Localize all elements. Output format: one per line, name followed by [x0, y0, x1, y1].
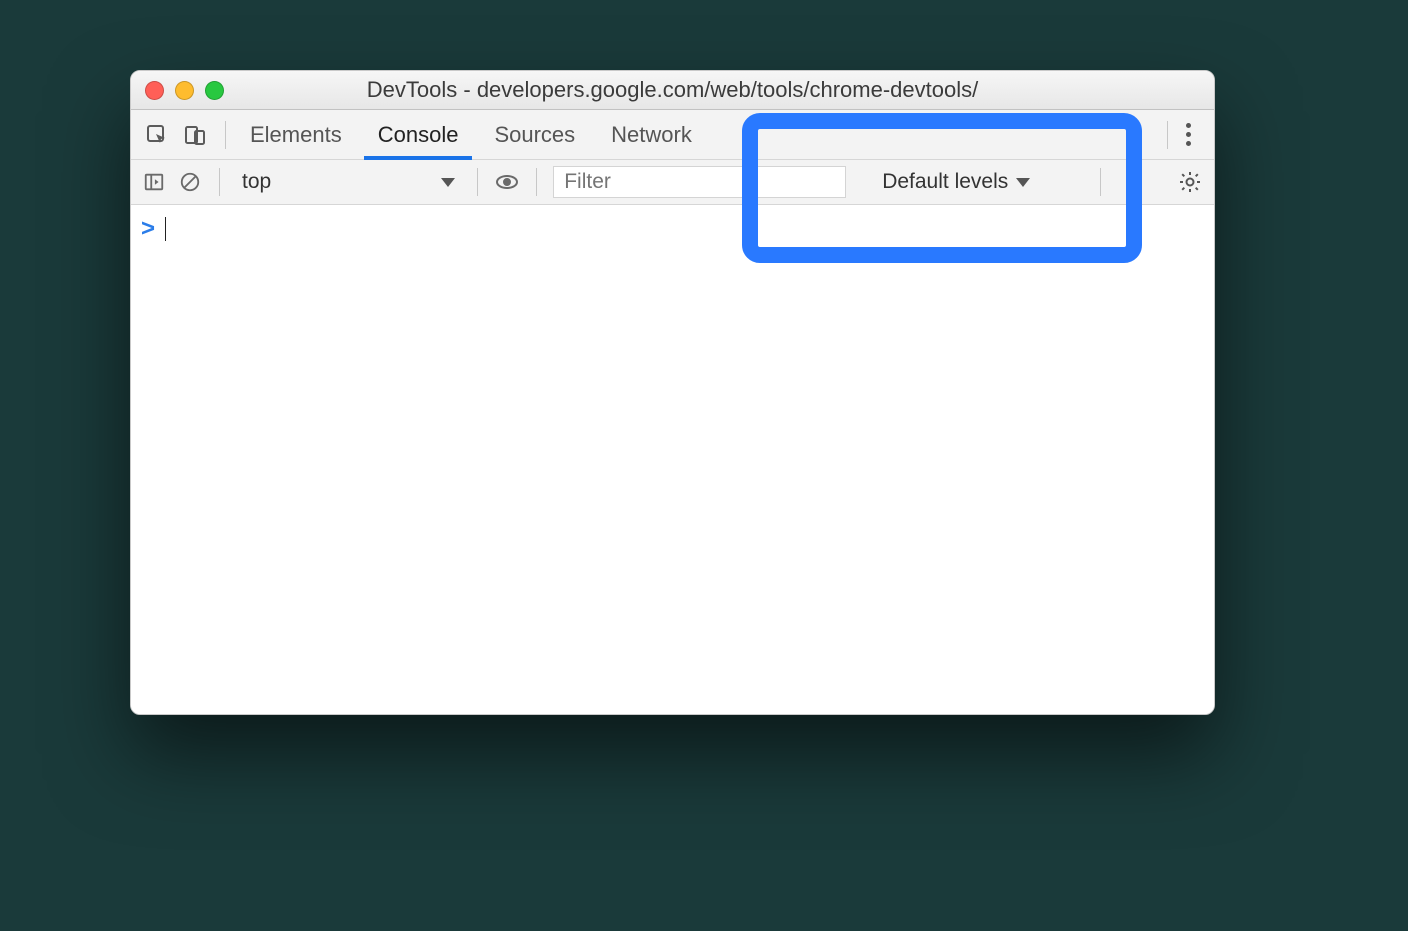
console-settings-icon[interactable]	[1176, 168, 1204, 196]
tab-sources[interactable]: Sources	[476, 110, 593, 159]
log-levels-selector[interactable]: Default levels	[882, 170, 1030, 194]
tab-label: Sources	[494, 122, 575, 148]
separator	[225, 121, 226, 149]
console-body[interactable]: >	[131, 205, 1214, 714]
tabs-bar: Elements Console Sources Network Perform…	[131, 110, 1214, 160]
log-levels-label: Default levels	[882, 170, 1008, 194]
separator	[1167, 121, 1168, 149]
separator	[219, 168, 220, 196]
tab-network[interactable]: Network	[593, 110, 710, 159]
separator	[536, 168, 537, 196]
context-selector[interactable]: top	[236, 168, 461, 196]
tab-console[interactable]: Console	[360, 110, 477, 159]
chevron-down-icon	[441, 178, 455, 187]
more-options-icon[interactable]	[1174, 121, 1202, 149]
tab-elements[interactable]: Elements	[232, 110, 360, 159]
device-toolbar-icon[interactable]	[181, 121, 209, 149]
toggle-sidebar-icon[interactable]	[141, 169, 167, 195]
text-caret	[165, 217, 166, 241]
traffic-lights	[131, 81, 224, 100]
inspect-element-icon[interactable]	[143, 121, 171, 149]
console-prompt[interactable]: >	[141, 215, 166, 243]
tabs: Elements Console Sources Network Perform…	[232, 110, 987, 159]
window-title: DevTools - developers.google.com/web/too…	[131, 77, 1214, 103]
devtools-window: DevTools - developers.google.com/web/too…	[130, 70, 1215, 715]
tab-label: Network	[611, 122, 692, 148]
title-bar: DevTools - developers.google.com/web/too…	[131, 71, 1214, 110]
separator	[1100, 168, 1101, 196]
console-toolbar: top Default levels	[131, 160, 1214, 205]
zoom-window-button[interactable]	[205, 81, 224, 100]
prompt-chevron-icon: >	[141, 215, 155, 243]
clear-console-icon[interactable]	[177, 169, 203, 195]
filter-input[interactable]	[553, 166, 846, 198]
separator	[477, 168, 478, 196]
minimize-window-button[interactable]	[175, 81, 194, 100]
close-window-button[interactable]	[145, 81, 164, 100]
live-expression-icon[interactable]	[494, 169, 520, 195]
tab-label: Elements	[250, 122, 342, 148]
context-label: top	[242, 170, 271, 194]
chevron-down-icon	[1016, 178, 1030, 187]
tab-label: Console	[378, 122, 459, 148]
